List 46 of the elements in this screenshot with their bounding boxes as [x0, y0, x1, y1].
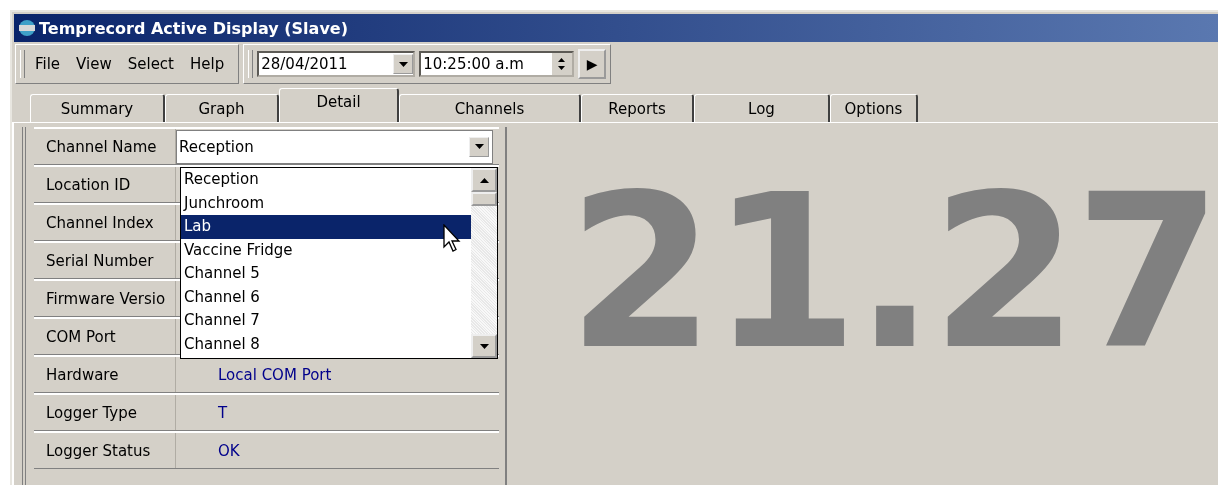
- property-label: Serial Number: [34, 243, 176, 278]
- tab[interactable]: Summary: [30, 94, 165, 122]
- dropdown-item[interactable]: Lab: [181, 215, 471, 239]
- scroll-down-icon: [479, 343, 489, 349]
- dropdown-item[interactable]: Vaccine Fridge: [181, 238, 471, 262]
- property-value: T: [217, 403, 228, 422]
- dropdown-item[interactable]: Reception: [181, 168, 471, 192]
- tab[interactable]: Detail: [279, 88, 399, 122]
- app-logo-icon: [17, 19, 37, 37]
- property-label: Logger Status: [34, 433, 176, 468]
- date-picker[interactable]: 28/04/2011: [257, 51, 416, 77]
- window-title: Temprecord Active Display (Slave): [39, 18, 348, 38]
- tab[interactable]: Options: [830, 94, 918, 122]
- property-label: Logger Type: [34, 395, 176, 430]
- combo-value: Reception: [178, 137, 255, 156]
- property-value: OK: [217, 441, 240, 460]
- property-label: Hardware: [34, 357, 176, 392]
- channel-name-combo[interactable]: Reception: [176, 129, 494, 164]
- dropdown-item[interactable]: Junchroom: [181, 191, 471, 215]
- property-value: Local COM Port: [217, 365, 332, 384]
- property-label: Channel Index: [34, 205, 176, 240]
- property-label: Location ID: [34, 167, 176, 202]
- dropdown-item[interactable]: Channel 7: [181, 309, 471, 333]
- play-button[interactable]: ▶: [578, 49, 607, 79]
- scrollbar[interactable]: [471, 168, 497, 358]
- tab[interactable]: Graph: [165, 94, 279, 122]
- mouse-pointer-icon: [443, 224, 461, 252]
- property-label: COM Port: [34, 319, 176, 354]
- menu-item[interactable]: File: [29, 55, 67, 73]
- menu-item[interactable]: Help: [184, 55, 231, 73]
- tab[interactable]: Log: [694, 94, 830, 122]
- spin-buttons-icon[interactable]: [552, 53, 573, 75]
- property-label: Firmware Versio: [34, 281, 176, 316]
- dropdown-arrow-icon: [474, 144, 484, 149]
- scroll-thumb[interactable]: [471, 192, 497, 206]
- tab[interactable]: Reports: [581, 94, 694, 122]
- dropdown-item[interactable]: Channel 5: [181, 262, 471, 286]
- dropdown-item[interactable]: Channel 8: [181, 332, 471, 356]
- menu-item[interactable]: View: [70, 55, 118, 73]
- tab[interactable]: Channels: [399, 94, 581, 122]
- dropdown-item[interactable]: Channel 6: [181, 285, 471, 309]
- dropdown-arrow-icon: [398, 61, 408, 67]
- temperature-reading: 21.27: [567, 167, 1218, 398]
- menu-item[interactable]: Select: [121, 55, 180, 73]
- scroll-up-icon: [479, 177, 489, 183]
- time-field[interactable]: 10:25:00 a.m: [419, 51, 575, 77]
